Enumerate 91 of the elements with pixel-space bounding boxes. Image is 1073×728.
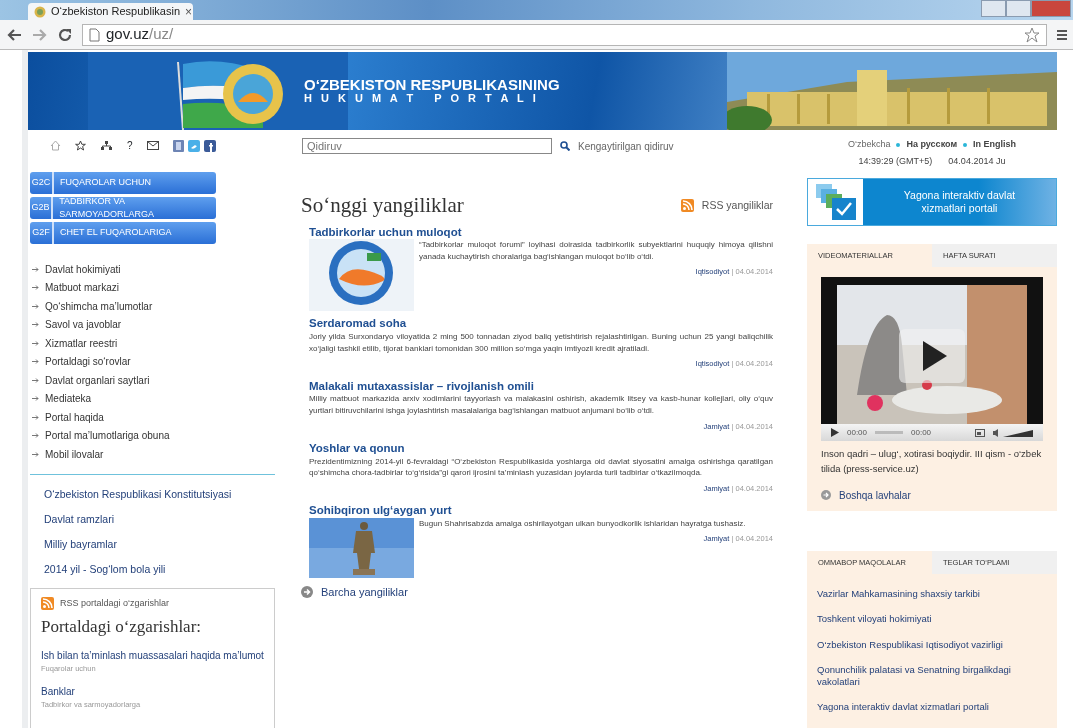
news-title[interactable]: Malakali mutaxassislar – rivojlanish omili (309, 379, 773, 394)
banner-title: O‘ZBEKISTON RESPUBLIKASINING (304, 77, 560, 94)
article-link[interactable]: Qonunchilik palatasi va Senatning birgalikdagi vakolatlari (817, 664, 1047, 687)
browser-tab[interactable]: O‘zbekiston Respublikasin × (28, 3, 193, 20)
service-button[interactable]: G2B TADBIRKOR VA SARMOYADORLARGA (30, 197, 216, 219)
more-videos-link[interactable]: Boshqa lavhalar (839, 487, 911, 503)
video-duration: 00:00 (911, 426, 932, 439)
menu-icon[interactable] (1057, 28, 1067, 41)
bookmark-icon[interactable] (172, 139, 184, 152)
menu-link[interactable]: Portal haqida (45, 409, 104, 425)
arrow-icon (32, 303, 39, 309)
news-title[interactable]: Serdaromad soha (309, 317, 773, 332)
checkmark-icon (815, 184, 856, 220)
menu-link[interactable]: Mobil ilovalar (45, 446, 104, 462)
play-icon[interactable] (831, 428, 839, 438)
video-caption[interactable]: Inson qadri – ulug‘, xotirasi boqiydir. III qism - o‘zbek tilida (press-service.uz) (821, 447, 1043, 476)
address-bar[interactable]: gov.uz/uz/ (82, 23, 1047, 46)
news-title[interactable]: Tadbirkorlar uchun muloqot (309, 225, 773, 240)
article-link[interactable]: O‘zbekiston Respublikasi Iqtisodiyot vazirligi (817, 638, 1047, 651)
rss-link[interactable]: RSS yangiliklar (701, 197, 773, 214)
all-news-link[interactable]: Barcha yangiliklar (321, 583, 408, 601)
sitemap-icon[interactable] (100, 140, 113, 151)
arrow-icon (32, 359, 39, 365)
section-title: So‘nggi yangiliklar (301, 192, 464, 219)
separator-dot (896, 142, 901, 147)
menu-link[interactable]: Portal ma’lumotlariga obuna (45, 428, 170, 444)
arrow-icon (32, 396, 39, 402)
service-button[interactable]: G2F CHET EL FUQAROLARIGA (30, 222, 216, 244)
menu-link[interactable]: Savol va javoblar (45, 317, 122, 333)
mail-icon[interactable] (146, 141, 159, 150)
article-link[interactable]: Toshkent viloyati hokimiyati (817, 613, 1047, 625)
url-text: gov.uz/uz/ (106, 24, 174, 45)
close-button[interactable]: × (185, 2, 193, 21)
arrow-icon (32, 414, 39, 420)
sidebar-link[interactable]: Milliy bayramlar (30, 536, 275, 550)
advanced-search-link[interactable]: Kengaytirilgan qidiruv (578, 138, 674, 154)
reload-icon[interactable] (58, 27, 72, 42)
arrow-icon (32, 451, 39, 457)
menu-link[interactable]: Davlat organlari saytlari (45, 372, 150, 388)
menu-link[interactable]: Mediateka (45, 391, 92, 407)
menu-link[interactable]: Xizmatlar reestri (45, 335, 118, 351)
menu-link[interactable]: Qo‘shimcha ma’lumotlar (45, 298, 153, 314)
language-link[interactable]: In English (973, 138, 1017, 152)
clock-time: 14:39:29 (GMT+5) (858, 154, 933, 168)
menu-link[interactable]: Davlat hokimiyati (45, 261, 121, 277)
video-time: 00:00 (847, 426, 868, 439)
arrow-icon (32, 266, 39, 272)
menu-link[interactable]: Portaldagi so‘rovlar (45, 354, 131, 370)
news-summary: Milliy matbuot markazida arxiv xodimlarini tayyorlash va malakasini oshirish, akademik litsey va kasb-hunar kollejlari, oliy o‘quv yurtlari bitiruvchilarini ishga joylashtirish masalalariga bag‘ishlangan matbuot anjumani bo‘lib o‘tdi. (309, 393, 773, 417)
news-summary: “Tadbirkorlar muloqot forumi” loyihasi doirasida tadbirkorlik subyektlarini huquqiy himoya qilishni yanada kuchaytirish choralariga bag‘ishlangan muloqot bo‘lib o‘tdi. (419, 239, 773, 263)
language-link[interactable]: O‘zbekcha (847, 138, 891, 152)
clock-date: 04.04.2014 Ju (948, 154, 1006, 168)
article-link[interactable]: Vazirlar Mahkamasining shaxsiy tarkibi (817, 588, 1047, 600)
social-icon[interactable] (203, 139, 216, 152)
star-icon[interactable] (75, 140, 86, 151)
panel-title: Portaldagi o‘zgarishlar: (41, 616, 203, 638)
news-title[interactable]: Yoshlar va qonun (309, 441, 773, 456)
page-icon (89, 27, 100, 42)
fullscreen-icon[interactable] (975, 428, 985, 437)
arrow-icon (32, 377, 39, 383)
news-summary: Joriy yilda Surxondaryo viloyatida 2 ming 500 tonnadan ziyod baliq yetishtirish rejalashtirilgan. Buning uchun 25 yangi baliqchilik xo‘jaligi tashkil etilib, tijorat banklari tomonidan 300 million so‘mga yaqin imtiyozli kredit ajratiladi. (309, 331, 773, 355)
change-link[interactable]: Banklar (41, 683, 264, 699)
rss-link[interactable]: RSS portaldagi o‘zgarishlar (60, 596, 170, 610)
star-icon[interactable] (1024, 26, 1040, 43)
news-title[interactable]: Sohibqiron ulg‘aygan yurt (309, 504, 773, 518)
language-link[interactable]: На русском (906, 138, 958, 152)
arrow-circle-icon (821, 490, 831, 501)
service-button[interactable]: G2C FUQAROLAR UCHUN (30, 172, 216, 194)
arrow-icon (32, 322, 39, 328)
separator-dot (963, 142, 968, 147)
globe-icon (34, 5, 46, 18)
change-link[interactable]: Ish bilan ta’minlash muassasalari haqida ma’lumot (41, 647, 264, 663)
volume-icon[interactable] (993, 428, 1033, 437)
tab-title: O‘zbekiston Respublikasin (51, 4, 180, 20)
back-icon[interactable] (6, 27, 22, 42)
help-link[interactable]: ? (127, 138, 133, 153)
arrow-icon (32, 340, 39, 346)
menu-link[interactable]: Matbuot markazi (45, 280, 119, 296)
news-summary: Prezidentimizning 2014-yil 6-fevraldagi “O‘zbekiston Respublikasida yoshlarga oid davlat siyosatini amalga oshirishga qaratilgan qo‘shimcha chora-tadbirlar to‘g‘risida”gi qarori ijrosini ta’minlash yuzasidan joylarda turli tadbirlar o‘tkazilmoqda. (309, 455, 773, 479)
arrow-circle-icon (301, 586, 313, 599)
arrow-icon (32, 433, 39, 439)
sidebar-link[interactable]: Davlat ramzlari (30, 511, 275, 525)
arrow-icon (32, 285, 39, 291)
sidebar-link[interactable]: O‘zbekiston Respublikasi Konstitutsiyasi (30, 486, 275, 500)
portal-banner[interactable]: Yagona interaktiv davlat xizmatlari portali (807, 178, 1057, 226)
search-icon[interactable] (560, 141, 570, 151)
article-link[interactable]: Yagona interaktiv davlat xizmatlari portali (817, 700, 1047, 713)
news-summary: Bugun Shahrisabzda amalga oshirilayotgan ulkan bunyodkorlik ishlaridan hayratga tushasiz. (419, 517, 747, 530)
banner-subtitle: H U K U M A T P O R T A L I (304, 93, 540, 105)
search-field[interactable]: Qidiruv (302, 138, 552, 154)
sidebar-link[interactable]: 2014 yil - Sog‘lom bola yili (30, 561, 275, 575)
